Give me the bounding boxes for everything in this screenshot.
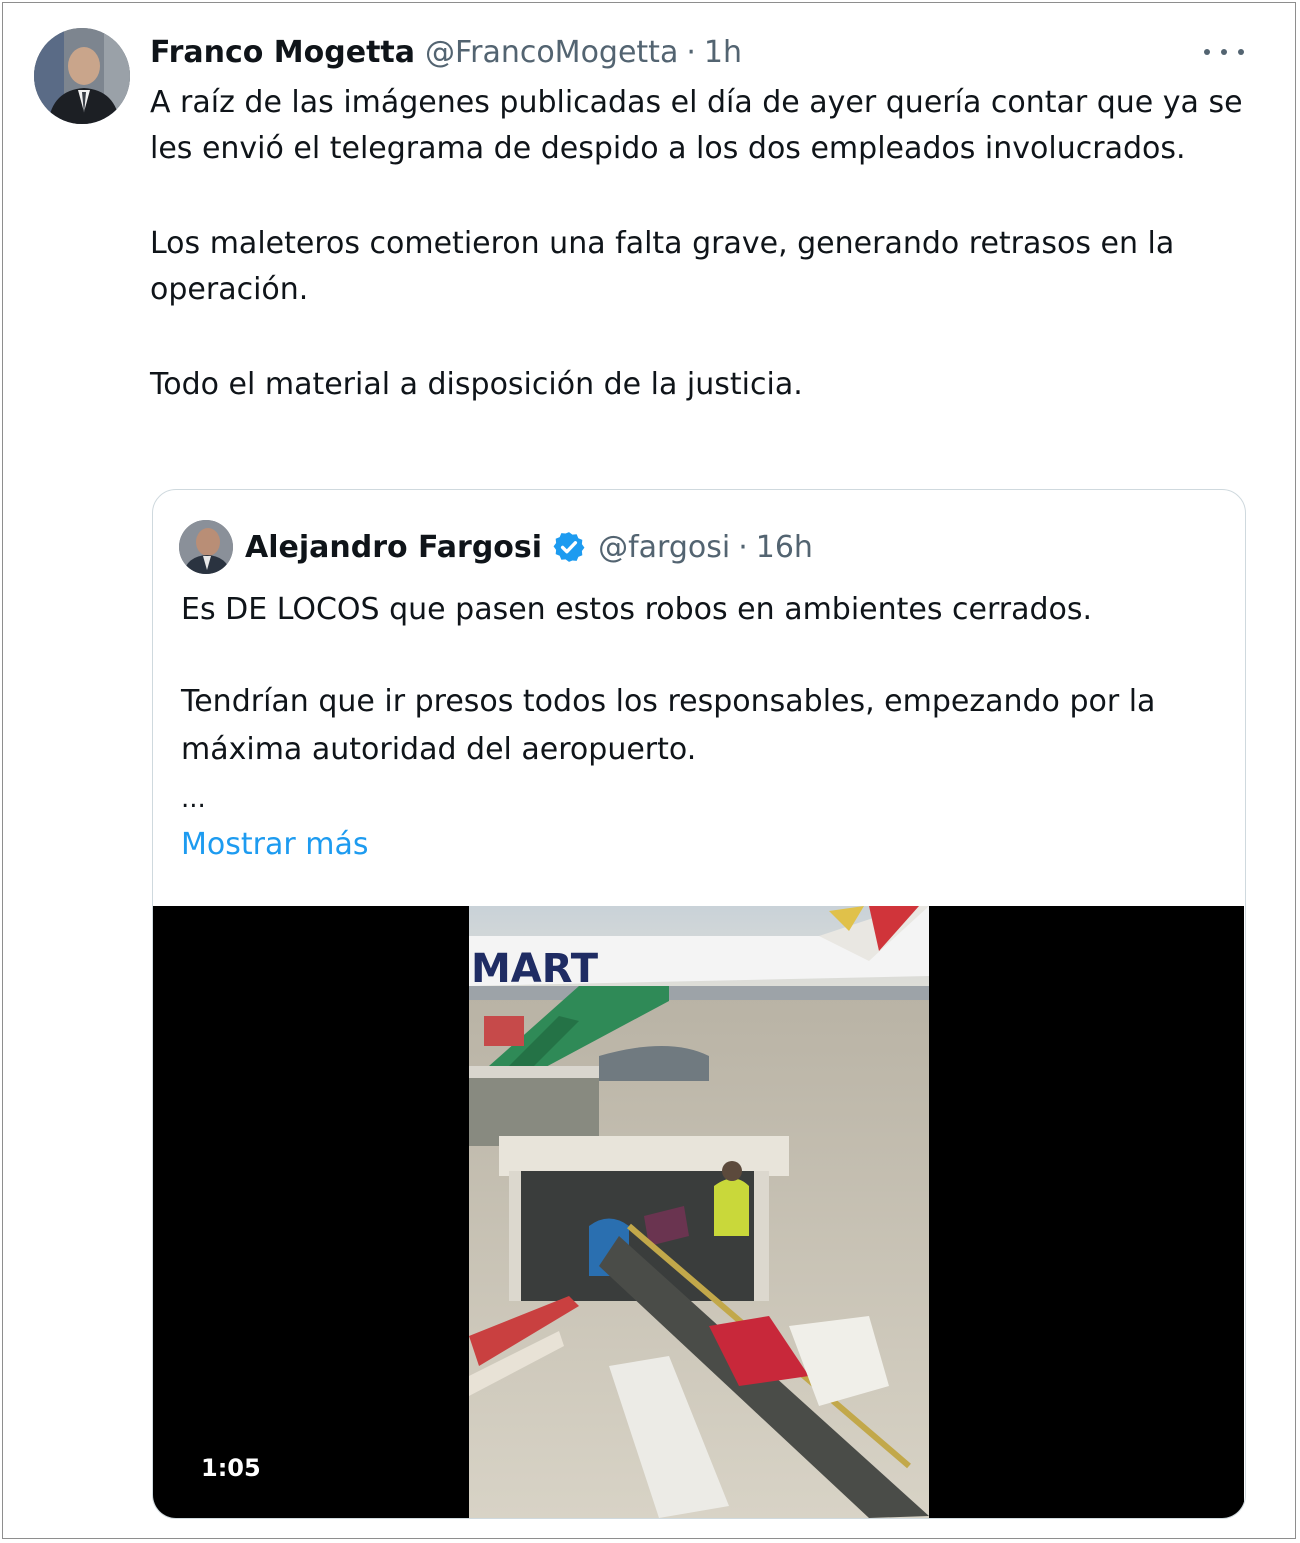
quoted-text: Tendrían que ir presos todos los respons… [181,678,1221,774]
video-player[interactable]: MART 1:05 [153,906,1244,1518]
quoted-paragraph: Tendrían que ir presos todos los respons… [181,684,1156,767]
quoted-paragraph: Es DE LOCOS que pasen estos robos en amb… [181,592,1093,627]
author-name[interactable]: Franco Mogetta [150,35,415,70]
video-duration: 1:05 [201,1454,261,1482]
more-dot [1204,49,1210,55]
plane-livery-text: MART [471,946,599,992]
avatar-photo [179,520,233,574]
tweet-header: Franco Mogetta @FrancoMogetta · 1h [150,30,742,74]
quoted-text: Es DE LOCOS que pasen estos robos en amb… [181,586,1221,634]
separator-dot: · [686,34,696,70]
author-avatar[interactable] [34,28,130,124]
quoted-author-avatar[interactable] [179,520,233,574]
author-handle[interactable]: @FrancoMogetta [425,35,678,70]
tweet-paragraph: A raíz de las imágenes publicadas el día… [150,85,1243,166]
quoted-tweet[interactable]: Alejandro Fargosi @fargosi · 16h Es DE L… [152,489,1246,1519]
quoted-author-handle[interactable]: @fargosi [598,530,730,565]
verified-badge-icon [553,532,585,562]
video-thumbnail: MART [469,906,929,1518]
tweet-timestamp[interactable]: 1h [704,35,742,70]
tweet-text: A raíz de las imágenes publicadas el día… [150,80,1260,408]
tweet-paragraph: Todo el material a disposición de la jus… [150,367,803,402]
more-dot [1238,49,1244,55]
show-more-link[interactable]: Mostrar más [181,825,368,865]
more-horizontal-icon[interactable] [1204,40,1244,64]
quoted-author-name[interactable]: Alejandro Fargosi [245,530,542,565]
tweet-paragraph: Los maleteros cometieron una falta grave… [150,226,1175,307]
quoted-tweet-header: Alejandro Fargosi @fargosi · 16h [179,520,813,574]
more-dot [1221,49,1227,55]
avatar-photo [34,28,130,124]
separator-dot: · [738,529,748,565]
quoted-ellipsis: ... [181,784,206,814]
quoted-timestamp[interactable]: 16h [756,530,813,565]
